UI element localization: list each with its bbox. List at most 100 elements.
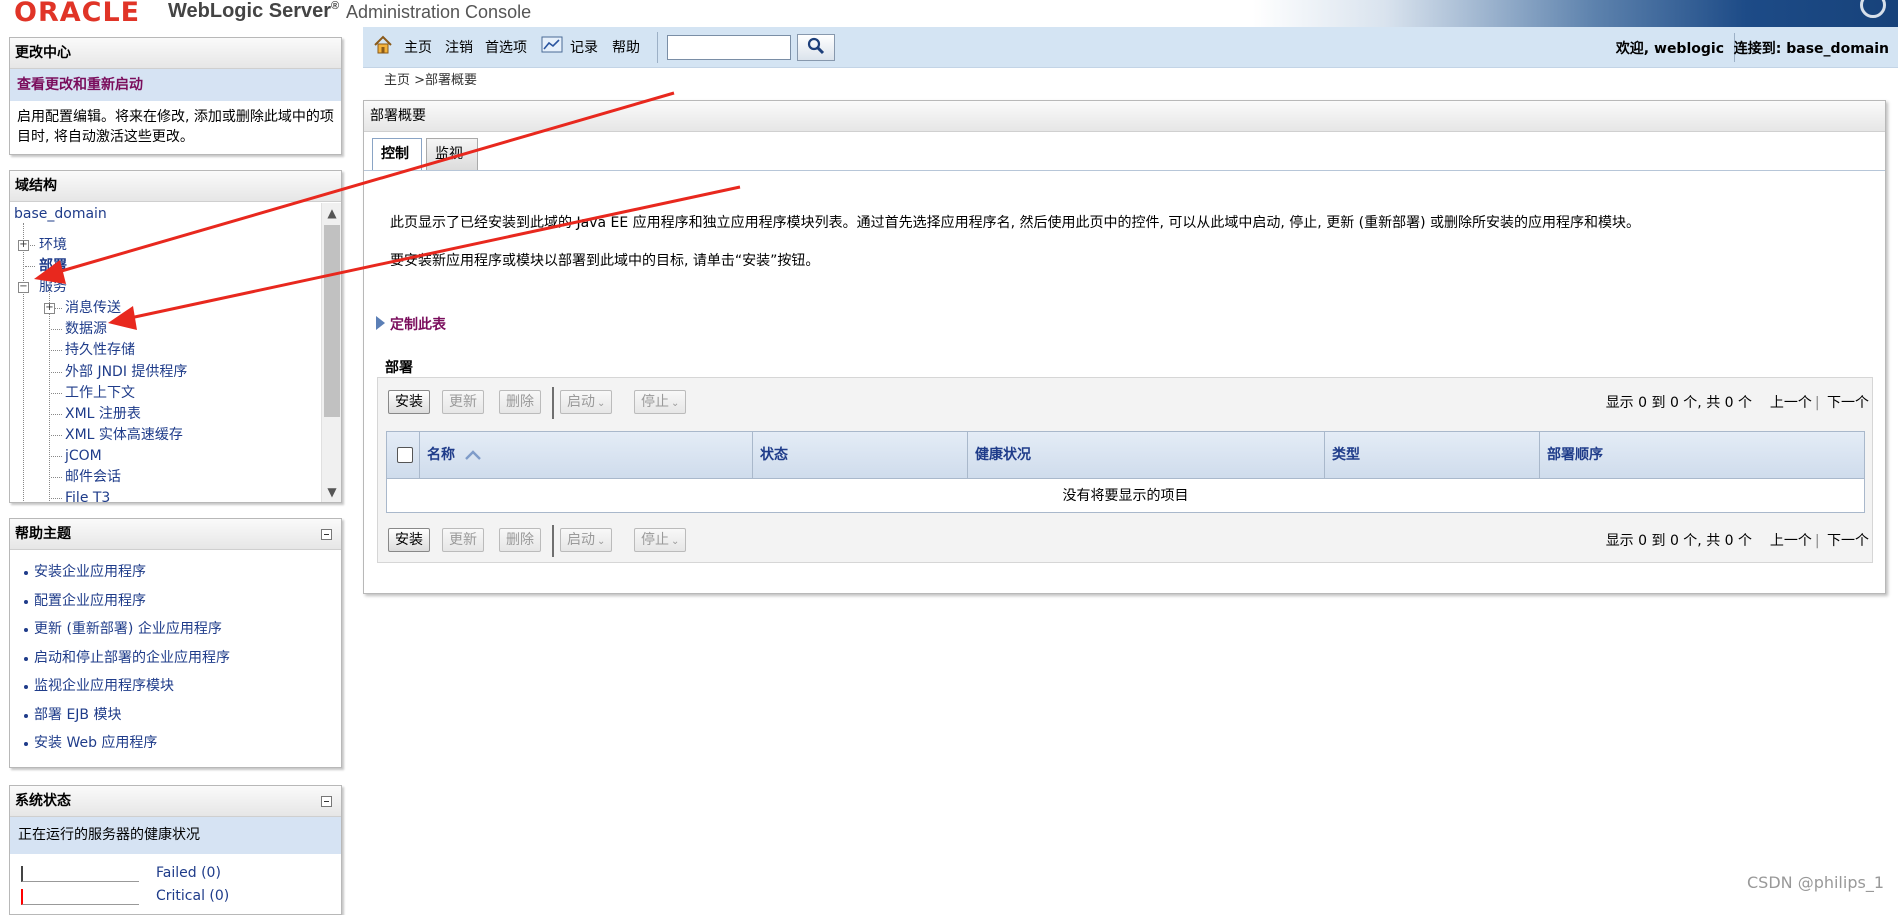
list-item: 部署 EJB 模块 <box>24 705 341 734</box>
delete-button[interactable]: 删除 <box>499 390 541 414</box>
search-button[interactable] <box>797 34 835 61</box>
tree-item-persistent-stores[interactable]: 持久性存储 <box>65 340 135 360</box>
tree-connector <box>23 223 24 501</box>
previous-page-link[interactable]: 上一个 <box>1770 533 1812 549</box>
search-input[interactable] <box>667 35 791 60</box>
delete-button[interactable]: 删除 <box>499 528 541 552</box>
global-toolbar: 主页 注销 首选项 记录 帮助 欢迎, weblogic 连接到: base_d… <box>363 27 1898 68</box>
health-link-failed[interactable]: Failed (0) <box>156 863 221 883</box>
collapse-panel-icon[interactable] <box>321 796 332 807</box>
tree-connector <box>51 435 62 436</box>
view-changes-restarts-link[interactable]: 查看更改和重新启动 <box>10 69 341 101</box>
tree-item-file-t3[interactable]: File T3 <box>65 488 110 502</box>
deployments-table: 名称 状态 健康状况 类型 部署顺序 没有将要显示的项目 <box>386 431 1865 513</box>
list-item: 安装企业应用程序 <box>24 562 341 591</box>
server-health-subtitle: 正在运行的服务器的健康状况 <box>10 817 341 854</box>
button-divider <box>552 387 554 419</box>
tree-item-environment[interactable]: 环境 <box>39 235 67 255</box>
help-topics-list: 安装企业应用程序 配置企业应用程序 更新 (重新部署) 企业应用程序 启动和停止… <box>10 550 341 762</box>
column-type[interactable]: 类型 <box>1324 432 1539 479</box>
health-link-critical[interactable]: Critical (0) <box>156 886 229 906</box>
tree-item-mail-sessions[interactable]: 邮件会话 <box>65 467 121 487</box>
preferences-link[interactable]: 首选项 <box>485 38 527 58</box>
change-center-panel: 更改中心 查看更改和重新启动 启用配置编辑。将来在修改, 添加或删除此域中的项目… <box>9 37 342 155</box>
scroll-up-icon[interactable]: ▲ <box>322 203 342 223</box>
console-name: Administration Console <box>346 2 532 22</box>
collapse-icon[interactable]: − <box>18 282 29 293</box>
expand-icon[interactable]: + <box>18 240 29 251</box>
start-dropdown-button[interactable]: 启动 ⌄ <box>560 390 613 414</box>
oracle-logo: ORACLE <box>14 0 141 28</box>
update-button[interactable]: 更新 <box>442 390 484 414</box>
select-all-checkbox[interactable] <box>397 447 413 463</box>
help-link-monitor-app[interactable]: 监视企业应用程序模块 <box>34 678 174 694</box>
help-link-deploy-ejb[interactable]: 部署 EJB 模块 <box>34 707 121 723</box>
chevron-down-icon: ⌄ <box>597 536 606 547</box>
tree-item-xml-registries[interactable]: XML 注册表 <box>65 404 141 424</box>
install-button[interactable]: 安装 <box>388 390 430 414</box>
breadcrumb[interactable]: 主页 >部署概要 <box>384 69 477 88</box>
tree-item-deployments[interactable]: 部署 <box>39 256 67 276</box>
tab-monitoring[interactable]: 监视 <box>426 138 478 170</box>
update-button[interactable]: 更新 <box>442 528 484 552</box>
empty-table-message: 没有将要显示的项目 <box>1062 488 1189 504</box>
tree-connector <box>51 456 62 457</box>
search-icon <box>807 37 825 55</box>
previous-page-link[interactable]: 上一个 <box>1770 395 1812 411</box>
help-topics-panel: 帮助主题 安装企业应用程序 配置企业应用程序 更新 (重新部署) 企业应用程序 … <box>9 518 342 768</box>
logout-link[interactable]: 注销 <box>445 38 473 58</box>
pager-separator: | <box>1814 533 1820 549</box>
scroll-down-icon[interactable]: ▼ <box>322 482 342 502</box>
tree-item-messaging[interactable]: 消息传送 <box>65 298 121 318</box>
help-link-install-web-app[interactable]: 安装 Web 应用程序 <box>34 735 157 751</box>
tree-item-jcom[interactable]: jCOM <box>65 446 102 466</box>
sort-ascending-icon[interactable] <box>464 449 482 461</box>
help-link-start-stop-app[interactable]: 启动和停止部署的企业应用程序 <box>34 650 230 666</box>
stop-dropdown-button[interactable]: 停止 ⌄ <box>634 390 687 414</box>
tree-item-services[interactable]: 服务 <box>39 277 67 297</box>
record-link[interactable]: 记录 <box>570 38 598 58</box>
tree-scrollbar[interactable]: ▲ ▼ <box>321 203 341 502</box>
tree-item-foreign-jndi[interactable]: 外部 JNDI 提供程序 <box>65 362 187 382</box>
start-label: 启动 <box>567 532 595 548</box>
tree-item-data-sources[interactable]: 数据源 <box>65 319 107 339</box>
start-label: 启动 <box>567 394 595 410</box>
start-dropdown-button[interactable]: 启动 ⌄ <box>560 528 613 552</box>
tree-connector <box>49 287 50 502</box>
chevron-down-icon: ⌄ <box>671 536 680 547</box>
tree-item-base-domain[interactable]: base_domain <box>14 204 107 224</box>
tree-item-xml-entity-caches[interactable]: XML 实体高速缓存 <box>65 425 183 445</box>
customize-table-label: 定制此表 <box>390 317 446 333</box>
connected-domain-text: 连接到: base_domain <box>1733 41 1889 57</box>
home-icon[interactable] <box>373 35 393 55</box>
next-page-link[interactable]: 下一个 <box>1827 395 1869 411</box>
install-button[interactable]: 安装 <box>388 528 430 552</box>
tab-divider <box>364 170 1885 171</box>
record-icon[interactable] <box>541 35 563 55</box>
column-health[interactable]: 健康状况 <box>967 432 1324 479</box>
change-center-description: 启用配置编辑。将来在修改, 添加或删除此域中的项目时, 将自动激活这些更改。 <box>17 109 334 145</box>
tree-connector <box>51 498 62 499</box>
system-status-title: 系统状态 <box>10 786 341 817</box>
column-name[interactable]: 名称 <box>419 432 752 479</box>
stop-label: 停止 <box>641 532 669 548</box>
chevron-down-icon: ⌄ <box>671 398 680 409</box>
tree-connector <box>51 350 62 351</box>
stop-dropdown-button[interactable]: 停止 ⌄ <box>634 528 687 552</box>
expand-icon[interactable]: + <box>44 303 55 314</box>
next-page-link[interactable]: 下一个 <box>1827 533 1869 549</box>
help-link-install-app[interactable]: 安装企业应用程序 <box>34 564 146 580</box>
help-link[interactable]: 帮助 <box>612 38 640 58</box>
help-link-configure-app[interactable]: 配置企业应用程序 <box>34 593 146 609</box>
page-title: 部署概要 <box>364 101 1885 132</box>
tree-connector <box>51 329 62 330</box>
help-link-update-app[interactable]: 更新 (重新部署) 企业应用程序 <box>34 621 222 637</box>
stop-label: 停止 <box>641 394 669 410</box>
tree-item-work-contexts[interactable]: 工作上下文 <box>65 383 135 403</box>
collapse-panel-icon[interactable] <box>321 529 332 540</box>
home-link[interactable]: 主页 <box>404 38 432 58</box>
column-state[interactable]: 状态 <box>752 432 967 479</box>
scrollbar-thumb[interactable] <box>324 225 340 417</box>
tab-control[interactable]: 控制 <box>372 138 422 171</box>
column-deployment-order[interactable]: 部署顺序 <box>1539 432 1866 479</box>
